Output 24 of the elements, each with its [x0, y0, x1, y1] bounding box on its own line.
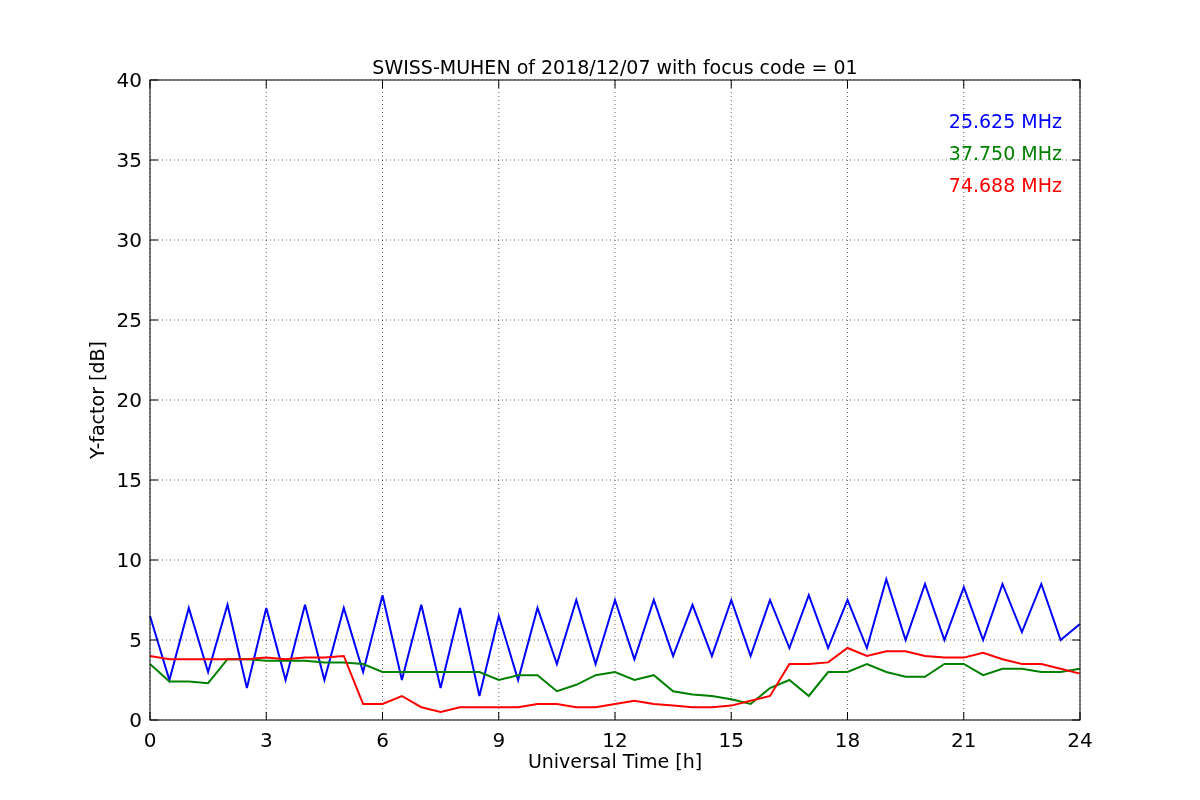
y-tick-label: 5	[129, 628, 142, 652]
y-tick-label: 10	[116, 548, 142, 572]
y-tick-label: 30	[116, 228, 142, 252]
legend-label: 25.625 MHz	[948, 110, 1062, 132]
x-tick-label: 15	[718, 728, 744, 752]
y-tick-label: 40	[116, 68, 142, 92]
y-tick-label: 0	[129, 708, 142, 732]
y-tick-label: 15	[116, 468, 142, 492]
x-tick-label: 18	[834, 728, 861, 752]
y-tick-label: 25	[116, 308, 142, 332]
x-tick-label: 21	[951, 728, 977, 752]
x-tick-label: 24	[1067, 728, 1093, 752]
y-tick-label: 35	[116, 148, 142, 172]
x-tick-label: 3	[259, 728, 273, 752]
x-tick-label: 9	[492, 728, 506, 752]
y-axis-label: Y-factor [dB]	[86, 341, 108, 459]
x-tick-label: 0	[143, 728, 157, 752]
y-tick-label: 20	[116, 388, 142, 412]
x-tick-label: 12	[602, 728, 628, 752]
legend-label: 74.688 MHz	[948, 174, 1062, 196]
x-tick-label: 6	[376, 728, 389, 752]
chart-title: SWISS-MUHEN of 2018/12/07 with focus code = 01	[372, 56, 858, 78]
legend-label: 37.750 MHz	[948, 142, 1062, 164]
x-axis-label: Universal Time [h]	[527, 750, 703, 772]
